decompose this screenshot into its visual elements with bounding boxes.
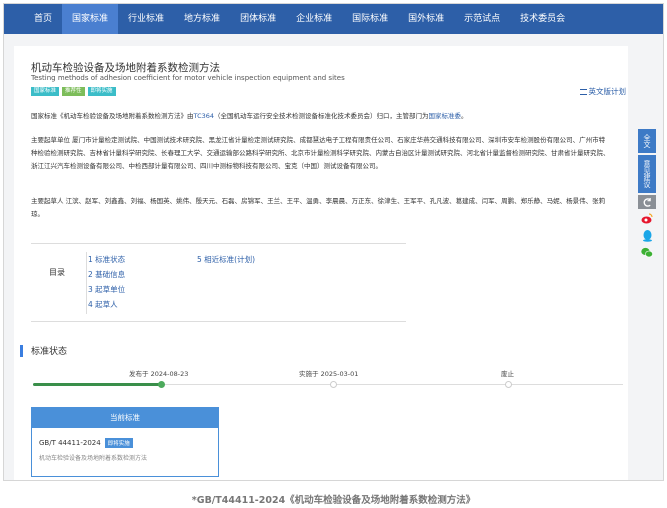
wechat-icon[interactable] <box>638 245 656 260</box>
current-standard-card[interactable]: 当前标准 GB/T 44411-2024 即将实施 机动车检验设备及场地附着系数… <box>31 407 219 477</box>
toc-item-status[interactable]: 1 标准状态 <box>88 254 125 265</box>
timeline-implemented-label: 实施于 2025-03-01 <box>299 370 359 378</box>
nav-industry-standard[interactable]: 行业标准 <box>118 4 174 34</box>
toc-item-drafters[interactable]: 4 起草人 <box>88 299 118 310</box>
drafting-units-paragraph: 主要起草单位 厦门市计量检定测试院、中国测试技术研究院、黑龙江省计量检定测试研究… <box>31 136 610 170</box>
timeline-dot-implemented <box>330 381 337 388</box>
nav-international-standard[interactable]: 国际标准 <box>342 4 398 34</box>
nav-home[interactable]: 首页 <box>24 4 62 34</box>
table-of-contents: 目录 1 标准状态 2 基础信息 3 起草单位 4 起草人 5 相近标准(计划) <box>31 243 406 322</box>
dept-link[interactable]: 国家标准委 <box>429 112 462 120</box>
status-section-title: 标准状态 <box>31 347 68 357</box>
toc-item-basic-info[interactable]: 2 基础信息 <box>88 269 125 280</box>
current-standard-code: GB/T 44411-2024 <box>39 439 101 447</box>
status-section-header: 标准状态 <box>20 344 67 357</box>
drafters-paragraph: 主要起草人 江滨、赵军、刘鑫鑫、刘福、杨国英、姚伟、殷天元、石磊、房锦军、王兰、… <box>31 197 606 218</box>
nav-national-standard[interactable]: 国家标准 <box>62 4 119 34</box>
nav-group-standard[interactable]: 团体标准 <box>230 4 286 34</box>
english-plan-link[interactable]: 英文版计划 <box>579 86 627 97</box>
section-accent-bar <box>20 344 23 357</box>
tag-national: 国家标准 <box>31 87 60 96</box>
standard-tags: 国家标准 推荐性 即将实施 <box>31 87 116 96</box>
back-icon[interactable] <box>638 195 656 209</box>
tag-upcoming: 即将实施 <box>87 87 116 96</box>
current-standard-desc: 机动车检验设备及场地附着系数检测方法 <box>39 455 148 462</box>
intro-text-2: （全国机动车运行安全技术检测设备标准化技术委员会）归口，主管部门为 <box>214 112 429 120</box>
nav-local-standard[interactable]: 地方标准 <box>174 4 230 34</box>
fulltext-button[interactable]: 全文 <box>638 129 656 153</box>
toc-divider <box>86 252 87 314</box>
nav-tech-committee[interactable]: 技术委员会 <box>510 4 575 34</box>
timeline-published-label: 发布于 2024-08-23 <box>129 370 189 378</box>
nav-foreign-standard[interactable]: 国外标准 <box>398 4 454 34</box>
tag-recommended: 推荐性 <box>62 87 85 96</box>
weibo-icon[interactable] <box>638 211 656 226</box>
current-standard-badge: 即将实施 <box>104 438 133 448</box>
current-standard-header: 当前标准 <box>32 408 218 428</box>
intro-paragraph: 国家标准《机动车检验设备及场地附着系数检测方法》由TC364（全国机动车运行安全… <box>31 110 611 123</box>
side-toolbar: 全文 意见建议 <box>638 129 656 262</box>
qq-icon[interactable] <box>638 228 656 243</box>
list-icon <box>579 88 587 95</box>
image-caption: *GB/T44411-2024《机动车检验设备及场地附着系数检测方法》 <box>191 495 476 506</box>
toc-label: 目录 <box>49 268 65 277</box>
tc-link[interactable]: TC364 <box>194 112 215 120</box>
standard-detail-panel: 机动车检验设备及场地附着系数检测方法 Testing methods of ad… <box>14 46 628 480</box>
feedback-button[interactable]: 意见建议 <box>638 155 656 193</box>
standard-title-en: Testing methods of adhesion coefficient … <box>31 74 345 82</box>
browser-frame: 首页 国家标准 行业标准 地方标准 团体标准 企业标准 国际标准 国外标准 示范… <box>3 3 664 481</box>
intro-text-1: 国家标准《机动车检验设备及场地附着系数检测方法》由 <box>31 112 194 120</box>
timeline-dot-published <box>158 381 165 388</box>
current-standard-code-row: GB/T 44411-2024 即将实施 <box>39 438 133 448</box>
top-nav: 首页 国家标准 行业标准 地方标准 团体标准 企业标准 国际标准 国外标准 示范… <box>4 4 663 34</box>
timeline-progress <box>33 383 161 386</box>
nav-enterprise-standard[interactable]: 企业标准 <box>286 4 342 34</box>
english-plan-label: 英文版计划 <box>588 87 627 96</box>
toc-item-similar[interactable]: 5 相近标准(计划) <box>197 254 255 265</box>
standard-title-cn: 机动车检验设备及场地附着系数检测方法 <box>31 62 220 74</box>
timeline-dot-abolished <box>505 381 512 388</box>
nav-demo-pilot[interactable]: 示范试点 <box>454 4 510 34</box>
timeline-abolished-label: 废止 <box>501 370 514 378</box>
toc-item-drafting-units[interactable]: 3 起草单位 <box>88 284 125 295</box>
intro-text-3: 。 <box>461 112 468 120</box>
